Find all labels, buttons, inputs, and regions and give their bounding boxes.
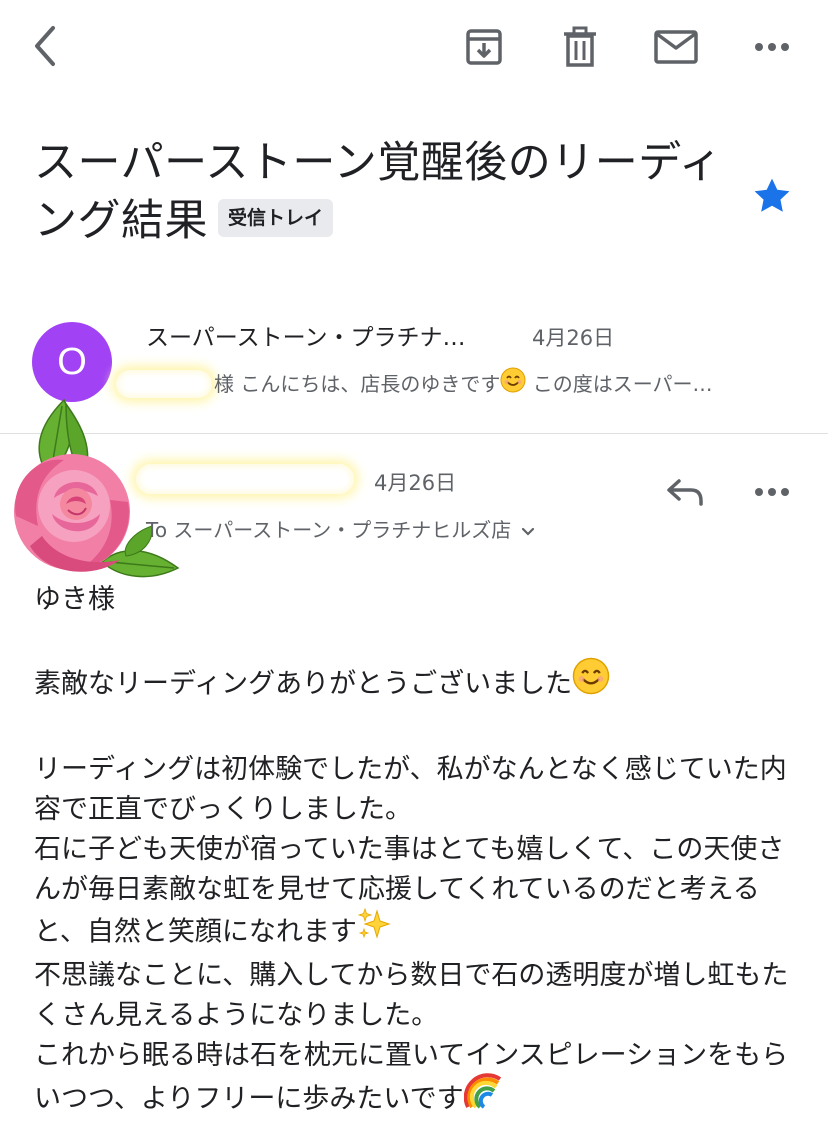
redacted-sender <box>136 464 354 494</box>
recipient-name: スーパーストーン・プラチナヒルズ店 <box>173 518 512 542</box>
sparkles-icon <box>357 907 391 953</box>
body-paragraph-4: これから眠る時は石を枕元に置いてインスピレーションをもらいつつ、よりフリーに歩み… <box>34 1036 804 1124</box>
archive-icon <box>466 29 502 65</box>
subject-heading: スーパーストーン覚醒後のリーディング結果 受信トレイ <box>34 134 724 250</box>
rainbow-icon <box>463 1073 504 1121</box>
reply-icon <box>667 479 703 506</box>
mail-icon <box>654 30 698 64</box>
mark-unread-button[interactable] <box>650 24 702 70</box>
star-button[interactable] <box>750 174 794 218</box>
snippet-text: 様 こんにちは、店長のゆきです <box>214 372 501 396</box>
body-paragraph-2: 石に子ども天使が宿っていた事はとても嬉しくて、この天使さんが毎日素敵な虹を見せて… <box>34 830 804 956</box>
sender-avatar[interactable]: O <box>32 322 112 402</box>
body-paragraph-text: 石に子ども天使が宿っていた事はとても嬉しくて、この天使さんが毎日素敵な虹を見せて… <box>34 834 785 948</box>
body-paragraph: リーディングは初体験でしたが、私がなんとなく感じていた内容で正直でびっくりしまし… <box>34 754 787 825</box>
message-body: ゆき様素敵なリーディングありがとうございましたリーディングは初体験でしたが、私が… <box>34 580 804 1124</box>
chevron-left-icon <box>35 26 55 66</box>
body-thanks-text: 素敵なリーディングありがとうございました <box>34 668 573 700</box>
to-label: To <box>146 518 168 542</box>
chevron-down-icon <box>521 527 534 536</box>
inbox-label-chip[interactable]: 受信トレイ <box>218 198 334 237</box>
more-horizontal-icon <box>755 488 789 496</box>
avatar-letter: O <box>57 340 87 383</box>
body-greeting: ゆき様 <box>34 584 115 615</box>
redacted-name <box>116 370 212 398</box>
recipient-line[interactable]: To スーパーストーン・プラチナヒルズ店 <box>146 514 536 543</box>
message-snippet[interactable]: 様 こんにちは、店長のゆきです この度はスーパー… <box>214 367 713 401</box>
body-paragraph-text: これから眠る時は石を枕元に置いてインスピレーションをもらいつつ、よりフリーに歩み… <box>34 1040 789 1115</box>
trash-icon <box>564 26 596 67</box>
body-thanks-line: 素敵なリーディングありがとうございました <box>34 657 804 710</box>
star-icon <box>754 178 790 212</box>
more-options-button[interactable] <box>748 26 796 68</box>
message-more-button[interactable] <box>748 472 796 512</box>
smiling-face-icon <box>500 367 526 398</box>
snippet-rest: この度はスーパー… <box>526 372 713 396</box>
message-sender[interactable]: スーパーストーン・プラチナ… <box>146 318 465 352</box>
subject-title: スーパーストーン覚醒後のリーディング結果 <box>34 138 723 246</box>
message-date: 4月26日 <box>374 471 457 495</box>
archive-button[interactable] <box>460 24 508 70</box>
reply-button[interactable] <box>660 470 710 514</box>
message-date: 4月26日 <box>532 326 615 350</box>
back-button[interactable] <box>24 24 68 68</box>
more-horizontal-icon <box>755 43 789 51</box>
body-paragraph-3: 不思議なことに、購入してから数日で石の透明度が増し虹もたくさん見えるようになりま… <box>34 960 789 1031</box>
delete-button[interactable] <box>556 24 604 70</box>
smiling-face-icon <box>572 657 610 707</box>
